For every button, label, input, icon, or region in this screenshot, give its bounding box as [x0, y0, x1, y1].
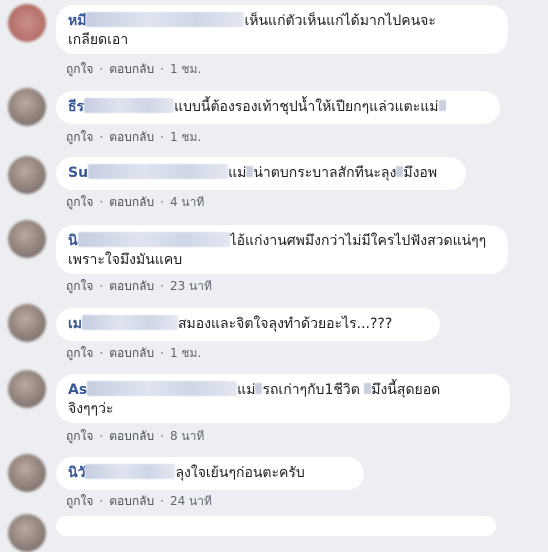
timestamp[interactable]: 24 นาที: [170, 494, 212, 508]
comment-author[interactable]: As: [68, 382, 87, 398]
avatar[interactable]: [8, 220, 46, 258]
comment-text: น่าตบกระบาลสักทีนะลุง: [253, 165, 397, 181]
like-link[interactable]: ถูกใจ: [66, 429, 93, 443]
comment-bubble: Su แม่ น่าตบกระบาลสักทีนะลุง มึงอพ: [56, 157, 466, 190]
comment-text: มึงอพ: [403, 165, 438, 181]
comment-actions: ถูกใจ · ตอบกลับ · 23 นาที: [66, 279, 212, 293]
timestamp[interactable]: 4 นาที: [170, 195, 204, 209]
comment-actions: ถูกใจ · ตอบกลับ · 8 นาที: [66, 429, 205, 443]
avatar[interactable]: [8, 514, 46, 552]
redacted-char: [396, 166, 404, 177]
reply-link[interactable]: ตอบกลับ: [109, 195, 154, 209]
avatar[interactable]: [8, 370, 46, 408]
comment-text: แม่: [237, 382, 256, 398]
comment-author[interactable]: ธีร: [68, 99, 84, 115]
comment-author[interactable]: นิ: [68, 233, 78, 249]
like-link[interactable]: ถูกใจ: [66, 494, 93, 508]
avatar[interactable]: [8, 156, 46, 194]
timestamp[interactable]: 1 ชม.: [170, 130, 201, 144]
reply-link[interactable]: ตอบกลับ: [109, 346, 154, 360]
redacted-name: [77, 232, 230, 247]
reply-link[interactable]: ตอบกลับ: [109, 429, 154, 443]
like-link[interactable]: ถูกใจ: [66, 346, 93, 360]
comment-text: เกลียดเอา: [68, 32, 129, 48]
comment-actions: ถูกใจ · ตอบกลับ · 1 ชม.: [66, 346, 202, 360]
comment-text: เห็นแก่ตัวเห็นแก่ได้มากไปคนจะ: [244, 13, 436, 29]
redacted-name: [88, 164, 229, 179]
redacted-name: [84, 98, 175, 113]
like-link[interactable]: ถูกใจ: [66, 279, 93, 293]
timestamp[interactable]: 23 นาที: [170, 279, 212, 293]
avatar[interactable]: [8, 454, 46, 492]
redacted-char: [255, 383, 263, 394]
timestamp[interactable]: 1 ชม.: [170, 62, 201, 76]
redacted-name: [87, 381, 238, 396]
comment-author[interactable]: Su: [68, 165, 88, 181]
timestamp[interactable]: 1 ชม.: [170, 346, 201, 360]
comment-text: ไอ้แก่งานศพมึงกว่าไม่มีใครไปฟังสวดแน่ๆๆ: [229, 233, 487, 249]
reply-link[interactable]: ตอบกลับ: [109, 62, 154, 76]
comment-text: จิงๆๆว่ะ: [68, 401, 114, 417]
comment-actions: ถูกใจ · ตอบกลับ · 1 ชม.: [66, 62, 202, 76]
comment-bubble: ธีร แบบนี้ต้องรองเท้าชุปน้ำให้เปียกๆแล่วแ…: [56, 91, 500, 124]
reply-link[interactable]: ตอบกลับ: [109, 279, 154, 293]
redacted-name: [86, 12, 245, 27]
comment-author[interactable]: เม: [68, 316, 82, 332]
redacted-name: [82, 315, 179, 330]
comment-text: รถเก่าๆกับ1ชีวิต: [262, 382, 360, 398]
redacted-char: [246, 166, 254, 177]
comment-text: แม่: [228, 165, 247, 181]
redacted-char: [438, 100, 446, 111]
comment-bubble: นิวั ลุงใจเย้นๆก่อนตะครับ: [56, 457, 364, 490]
redacted-name: [85, 464, 176, 479]
comment-actions: ถูกใจ · ตอบกลับ · 4 นาที: [66, 195, 205, 209]
avatar[interactable]: [8, 304, 46, 342]
like-link[interactable]: ถูกใจ: [66, 130, 93, 144]
avatar[interactable]: [8, 4, 46, 42]
redacted-char: [364, 383, 372, 394]
comment-bubble: หมี เห็นแก่ตัวเห็นแก่ได้มากไปคนจะ เกลียดเ…: [56, 5, 508, 54]
like-link[interactable]: ถูกใจ: [66, 62, 93, 76]
comment-author[interactable]: หมี: [68, 13, 86, 29]
comment-author[interactable]: นิวั: [68, 465, 85, 481]
comment-actions: ถูกใจ · ตอบกลับ · 1 ชม.: [66, 130, 202, 144]
comment-text: ลุงใจเย้นๆก่อนตะครับ: [175, 465, 305, 481]
comment-text: เพราะใจมึงมันแคบ: [68, 252, 183, 268]
like-link[interactable]: ถูกใจ: [66, 195, 93, 209]
comment-bubble: เม สมองและจิตใจลุงทำด้วยอะไร...???: [56, 308, 440, 341]
reply-link[interactable]: ตอบกลับ: [109, 494, 154, 508]
comment-actions: ถูกใจ · ตอบกลับ · 24 นาที: [66, 494, 212, 508]
timestamp[interactable]: 8 นาที: [170, 429, 204, 443]
comment-bubble-partial: [56, 516, 496, 536]
comment-text: มึงนี้สุดยอด: [371, 382, 441, 398]
comment-text: สมองและจิตใจลุงทำด้วยอะไร...???: [178, 316, 393, 332]
avatar[interactable]: [8, 88, 46, 126]
comment-bubble: As แม่ รถเก่าๆกับ1ชีวิต มึงนี้สุดยอด จิงๆๆ…: [56, 374, 510, 423]
reply-link[interactable]: ตอบกลับ: [109, 130, 154, 144]
comment-text: แบบนี้ต้องรองเท้าชุปน้ำให้เปียกๆแล่วแตะแ…: [174, 99, 439, 115]
comment-bubble: นิ ไอ้แก่งานศพมึงกว่าไม่มีใครไปฟังสวดแน่ๆ…: [56, 225, 508, 274]
